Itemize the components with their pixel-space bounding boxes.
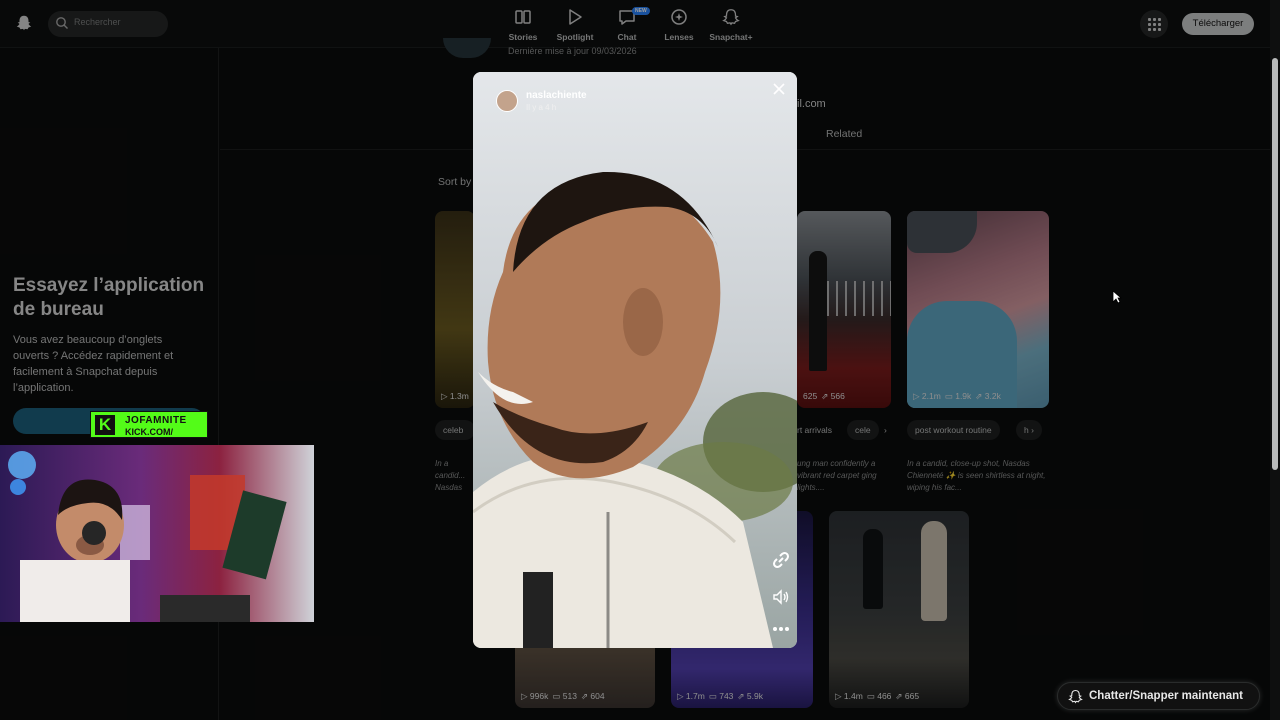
kick-url: KICK.COM/ bbox=[125, 427, 173, 437]
snapchat-ghost-icon bbox=[1068, 689, 1083, 704]
kick-channel-name: JOFAMNITE bbox=[125, 415, 187, 426]
chat-button-label: Chatter/Snapper maintenant bbox=[1089, 690, 1243, 702]
mute-icon[interactable] bbox=[772, 589, 790, 605]
story-user-avatar[interactable] bbox=[496, 90, 518, 112]
story-username[interactable]: naslachiente bbox=[526, 90, 587, 101]
close-icon[interactable] bbox=[772, 82, 786, 96]
kick-stream-badge: K JOFAMNITE KICK.COM/ bbox=[90, 411, 208, 438]
chat-snap-now-button[interactable]: Chatter/Snapper maintenant bbox=[1057, 682, 1260, 710]
more-options-icon[interactable] bbox=[771, 625, 791, 633]
scrollbar-thumb[interactable] bbox=[1272, 58, 1278, 470]
page-scrollbar[interactable] bbox=[1270, 0, 1280, 720]
story-timestamp: Il y a 4 h bbox=[526, 103, 557, 112]
story-video[interactable] bbox=[473, 72, 797, 648]
webcam-scene bbox=[0, 445, 314, 622]
mouse-cursor-icon bbox=[1112, 290, 1122, 304]
story-viewer-modal[interactable] bbox=[473, 72, 797, 648]
webcam-overlay bbox=[0, 445, 314, 622]
link-icon[interactable] bbox=[771, 551, 791, 569]
kick-logo-icon: K bbox=[95, 415, 115, 435]
